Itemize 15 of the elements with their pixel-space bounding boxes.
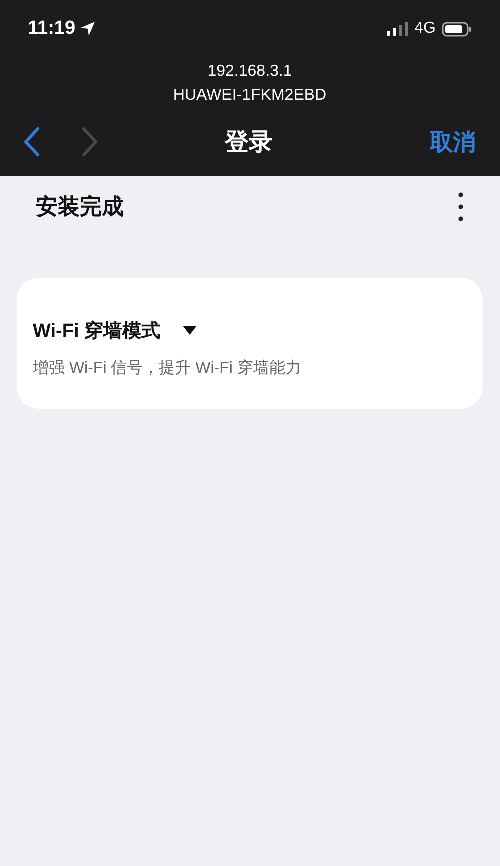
network-type: 4G (414, 20, 436, 38)
caret-icon[interactable] (182, 326, 197, 336)
clock-time: 11:19 (28, 18, 76, 40)
network-name: HUAWEI-1FKM2EBD (173, 86, 327, 106)
nav-title: 登录 (225, 128, 273, 158)
card-description: 增强 Wi-Fi 信号，提升 Wi-Fi 穿墙能力 (33, 358, 302, 379)
location-arrow-icon (80, 21, 96, 37)
more-icon[interactable] (458, 192, 464, 222)
card-title: Wi-Fi 穿墙模式 (33, 320, 161, 344)
back-button[interactable] (22, 126, 42, 158)
host-address: 192.168.3.1 (208, 62, 292, 82)
page-title: 安装完成 (36, 193, 124, 221)
signal-icon (386, 21, 409, 37)
cancel-button[interactable]: 取消 (366, 126, 476, 158)
battery-icon (442, 22, 472, 36)
